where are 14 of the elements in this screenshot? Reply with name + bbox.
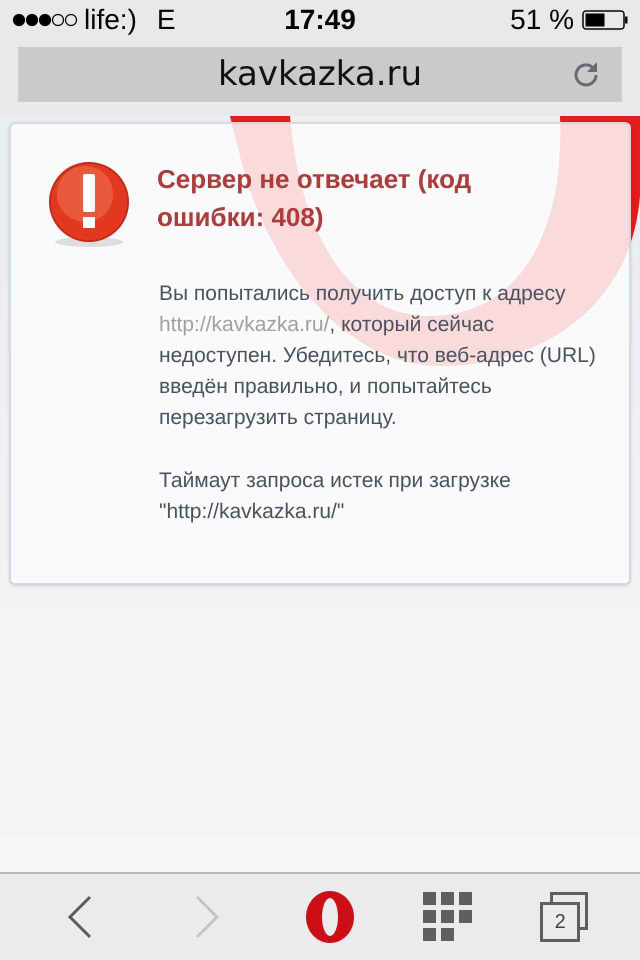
timeout-detail: Таймаут запроса истек при загрузке "http://kavkazka.ru/" (159, 468, 512, 525)
opera-logo-icon[interactable] (304, 890, 355, 944)
battery-icon (582, 10, 628, 30)
error-message: Вы попытались получить доступ к адресу http://kavkazka.ru/, который сейчас недоступен. Убедитесь, что веб-адрес (URL) введён правильно, и попытайтесь перезагрузить страницу. (159, 281, 597, 431)
clock: 17:49 (284, 3, 356, 37)
warning-icon (47, 160, 131, 248)
back-icon[interactable] (66, 895, 94, 939)
signal-icon (12, 12, 80, 28)
grid-icon[interactable] (422, 892, 473, 942)
network-type: E (156, 3, 176, 37)
battery-percent: 51 % (510, 3, 574, 37)
address-field[interactable]: kavkazka.ru (18, 47, 622, 102)
carrier-name: life:) (84, 3, 137, 37)
error-title: Сервер не отвечает (код ошибки: 408) (157, 163, 472, 234)
